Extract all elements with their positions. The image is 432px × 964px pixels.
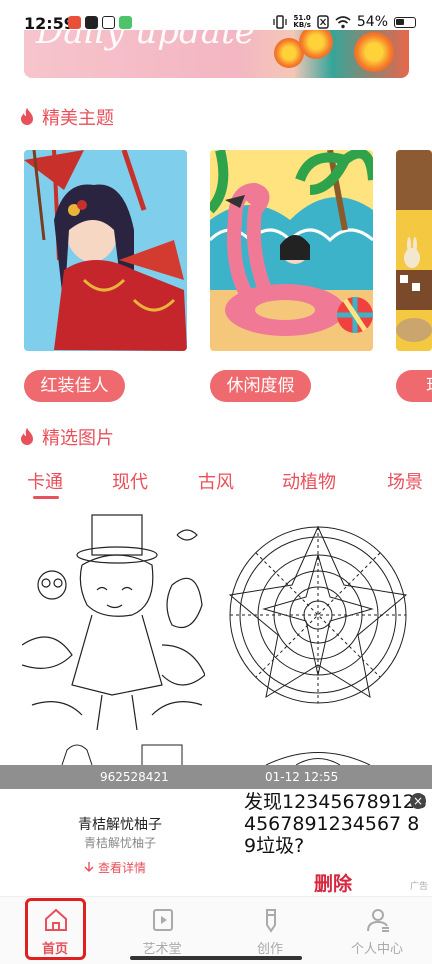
nav-art-hall[interactable]: 艺术堂 [122,903,202,961]
ad-meta-left: 962528421 [100,770,169,784]
theme-tag-hongzhuang[interactable]: 红装佳人 [24,370,125,402]
nav-create[interactable]: 创作 [230,903,310,961]
flower-decoration [354,32,394,72]
beauty-illustration [24,150,187,351]
daily-update-banner[interactable]: Daily update [24,30,409,78]
nav-profile[interactable]: 个人中心 [337,903,417,961]
mandala-line-art [228,525,408,704]
ad-meta-right: 01-12 12:55 [265,770,339,784]
net-speed-unit: KB/s [293,21,311,29]
ad-big-text: 发现1234567891234567891234567 89垃圾? [244,791,428,857]
sim-icon [317,15,329,29]
gallery-row2-right[interactable] [226,740,409,766]
status-app-icons [68,16,132,29]
ad-meta-bar: 962528421 01-12 12:55 [0,765,432,789]
theme-card-xiuxian[interactable] [210,150,373,351]
notification-icon [68,16,81,29]
tab-cartoon[interactable]: 卡通 [27,468,63,494]
notification-icon [119,16,132,29]
battery-icon [394,16,416,28]
nav-profile-label: 个人中心 [350,942,403,957]
nav-art-hall-label: 艺术堂 [142,942,182,957]
themes-section-title: 精美主题 [20,104,114,130]
ad-subtitle: 青桔解忧柚子 [83,836,156,850]
themes-title-text: 精美主题 [42,108,114,129]
nav-create-label: 创作 [256,942,283,957]
status-right: 51.0 KB/s 54% [273,14,416,30]
vibrate-icon [273,15,288,29]
notification-icon [85,16,98,29]
theme-tag-partial[interactable]: 现 [396,370,432,402]
gallery-item-cartoon-prince[interactable] [22,505,205,735]
home-highlight-box [25,898,86,960]
app-screen: 12:59 51.0 KB/s 54% Daily update 精美主题 红装… [0,0,432,964]
gallery-row2-left[interactable] [22,740,205,766]
tab-modern[interactable]: 现代 [112,468,148,494]
active-tab-indicator [33,496,59,499]
ad-mark: 广告 [409,882,428,892]
theme-card-partial[interactable] [396,150,432,351]
line-art-partial [265,752,371,766]
partial-illustration [396,150,432,351]
gallery-section-title: 精选图片 [20,424,114,450]
ad-details-link[interactable]: 查看详情 [84,859,146,876]
theme-tag-xiuxian[interactable]: 休闲度假 [210,370,311,402]
battery-percent: 54% [356,14,388,30]
ad-panel[interactable]: 青桔解忧柚子 青桔解忧柚子 查看详情 发现1234567891234567891… [0,789,432,896]
ad-title: 青桔解忧柚子 [78,817,162,833]
vacation-illustration [210,150,373,351]
gallery-item-mandala[interactable] [226,505,409,735]
ad-details-label: 查看详情 [98,861,147,875]
flower-decoration [299,30,333,59]
gallery-title-text: 精选图片 [42,428,114,449]
tab-scene[interactable]: 场景 [387,468,423,494]
net-speed: 51.0 KB/s [293,15,310,29]
line-art-boy [22,514,205,731]
close-icon[interactable]: × [410,793,426,809]
download-arrow-icon [84,862,94,872]
wifi-icon [335,15,351,28]
notification-icon [102,16,115,29]
user-icon [367,909,389,932]
pencil-icon [266,909,276,933]
banner-text: Daily update [36,30,255,52]
fire-icon [21,428,33,445]
theme-card-hongzhuang[interactable] [24,150,187,351]
fire-icon [21,108,33,125]
ad-delete-label: 删除 [314,873,353,895]
gesture-bar[interactable] [130,956,302,960]
line-art-partial [61,744,183,766]
art-book-icon [153,909,173,931]
tab-ancient[interactable]: 古风 [198,468,234,494]
ad-creative[interactable]: 发现1234567891234567891234567 89垃圾? 删除 × 广… [240,789,432,896]
themes-carousel[interactable]: 红装佳人 休闲度假 现 [0,150,432,410]
category-tabs: 卡通 现代 古风 动植物 场景 [0,468,432,499]
tab-animals-plants[interactable]: 动植物 [282,468,336,494]
